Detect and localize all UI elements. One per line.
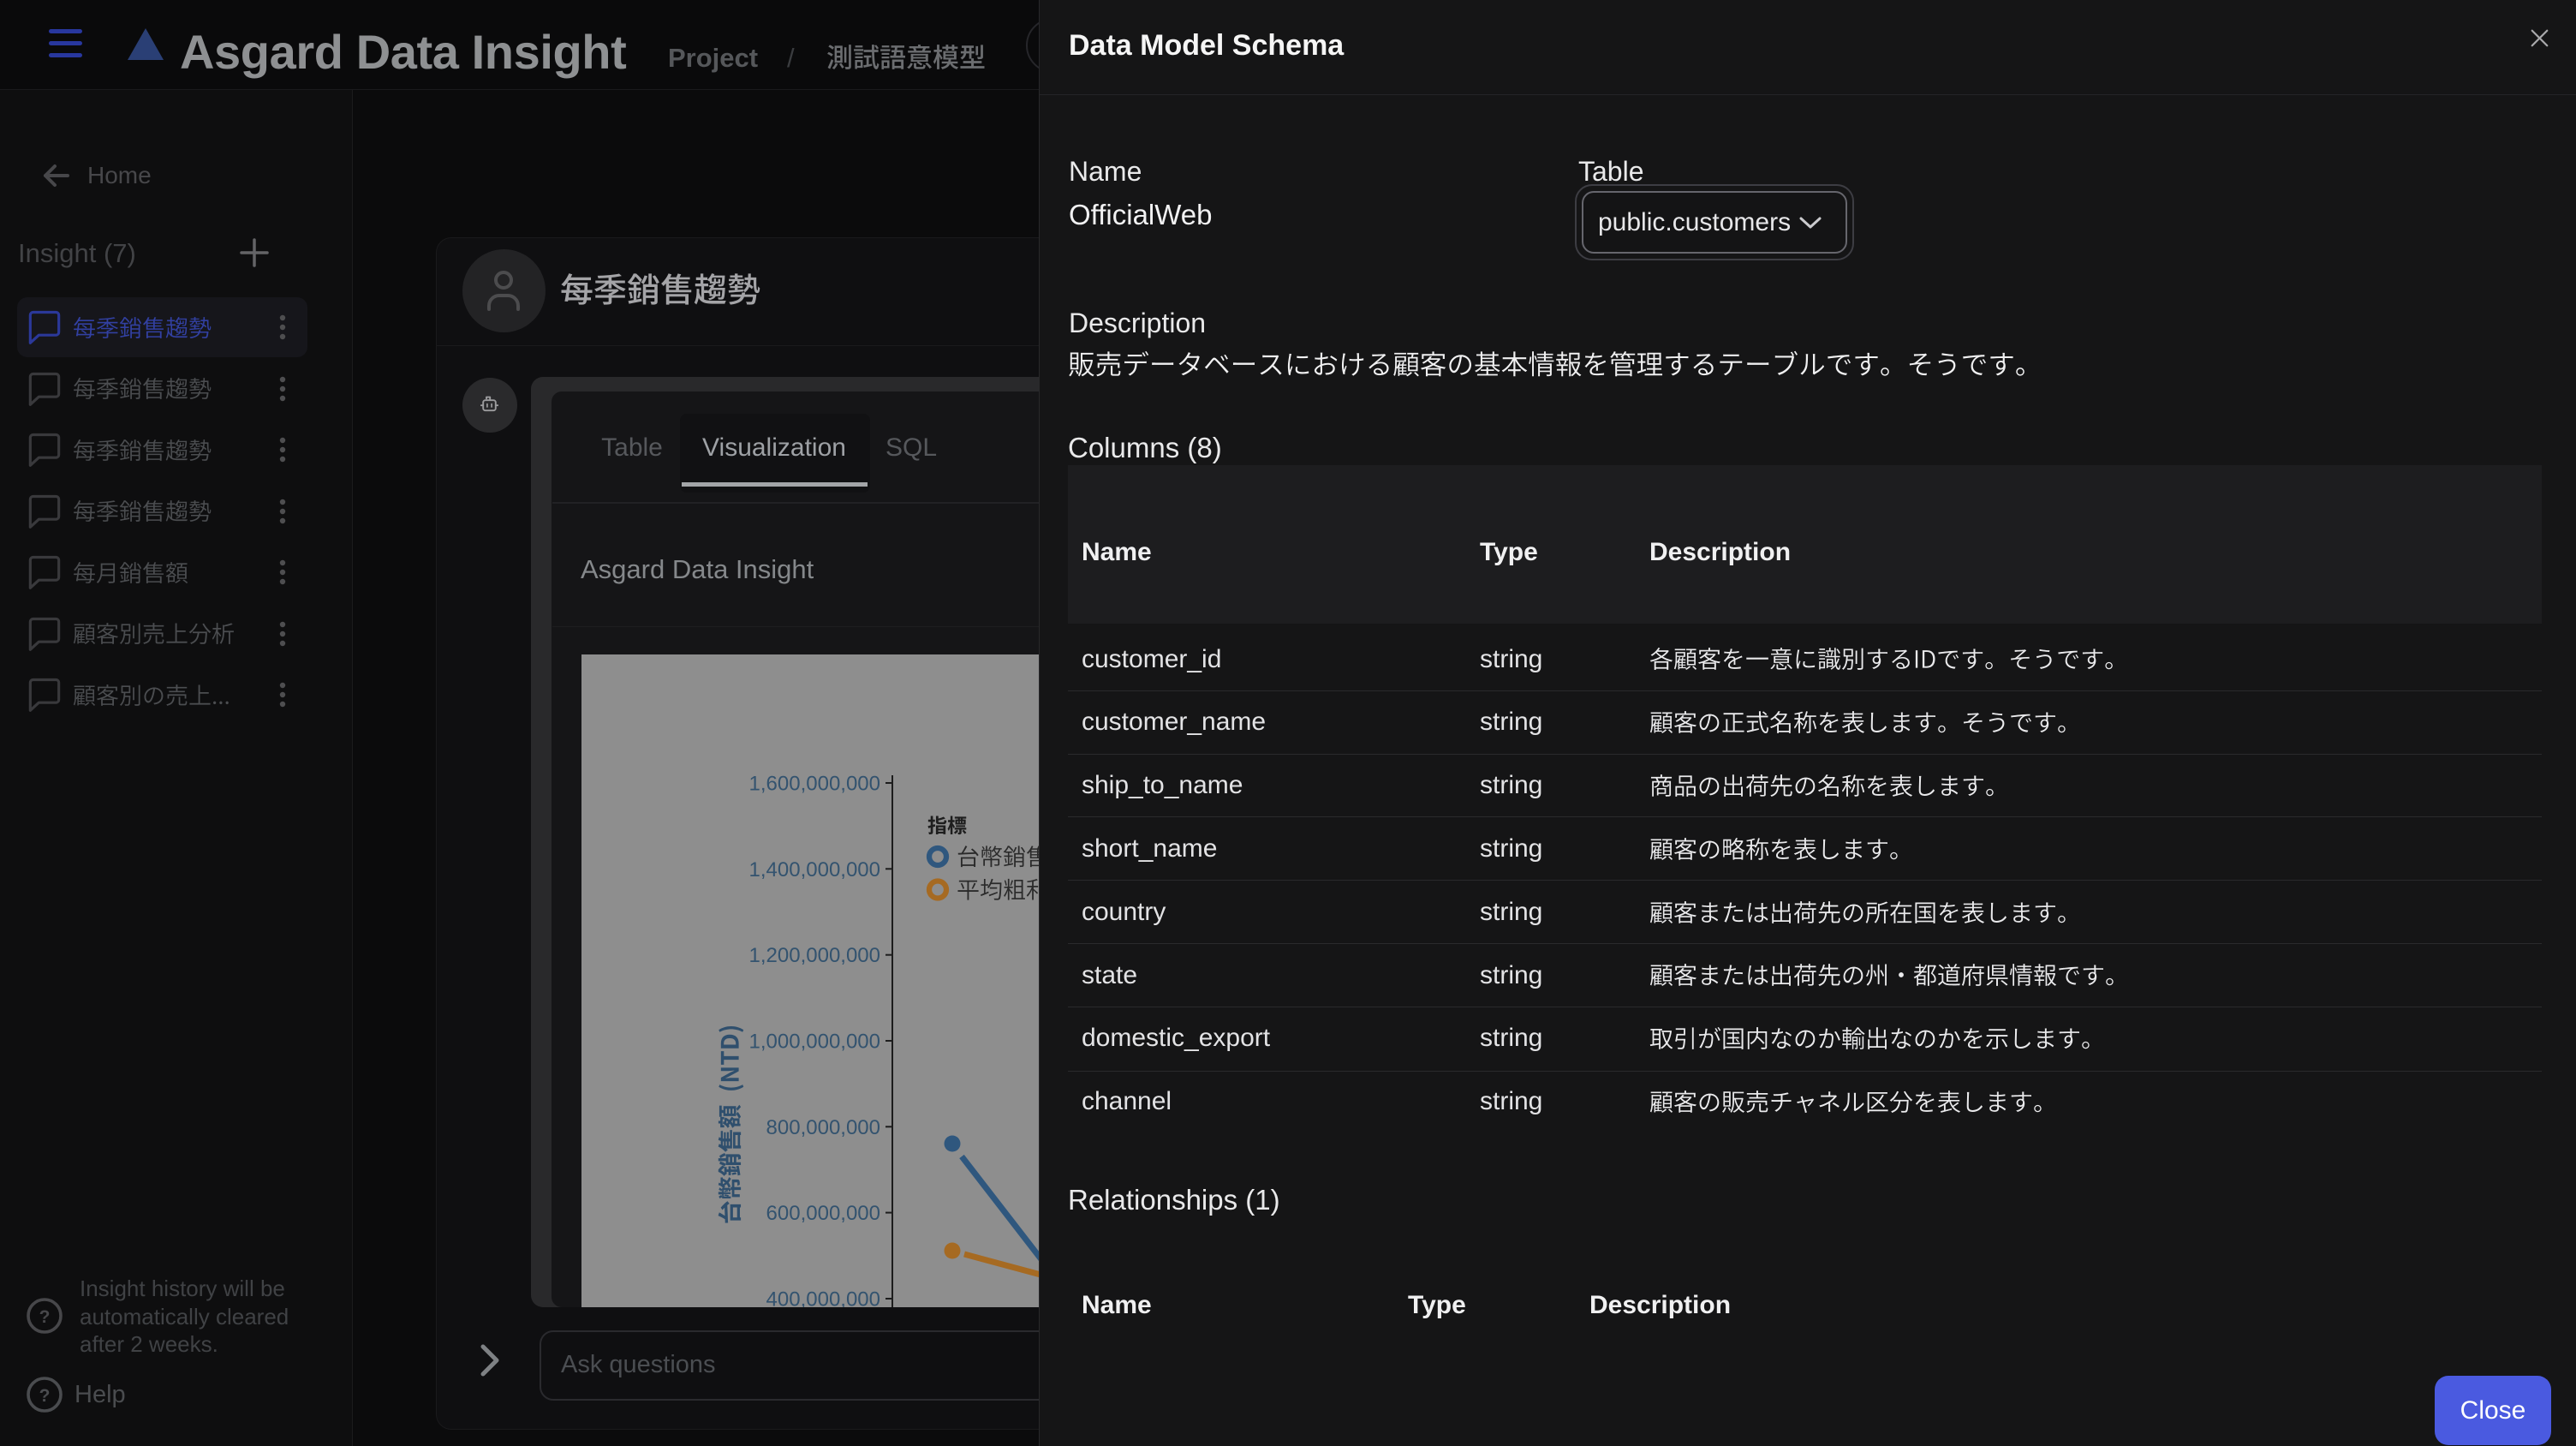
svg-text:800,000,000: 800,000,000	[766, 1116, 880, 1139]
svg-text:?: ?	[39, 1307, 51, 1327]
svg-text:?: ?	[39, 1386, 51, 1406]
svg-text:1,600,000,000: 1,600,000,000	[749, 773, 880, 796]
svg-text:1,000,000,000: 1,000,000,000	[749, 1031, 880, 1054]
svg-text:400,000,000: 400,000,000	[766, 1288, 880, 1308]
svg-text:1,400,000,000: 1,400,000,000	[749, 858, 880, 881]
svg-text:1,200,000,000: 1,200,000,000	[749, 944, 880, 967]
svg-text:600,000,000: 600,000,000	[766, 1202, 880, 1225]
